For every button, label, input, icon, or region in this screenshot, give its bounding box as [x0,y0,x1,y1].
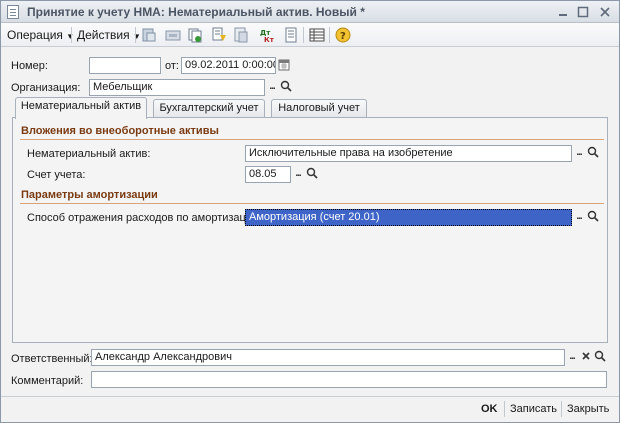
window-title: Принятие к учету НМА: Нематериальный акт… [27,5,365,19]
intangible-asset-label: Нематериальный актив: [27,148,151,160]
amortization-section-title: Параметры амортизации [21,189,158,201]
svg-text:Кт: Кт [264,36,275,43]
tab-accounting[interactable]: Бухгалтерский учет [153,99,265,118]
list-icon[interactable] [309,27,325,43]
responsible-field[interactable]: Александр Александрович [91,349,565,366]
number-field[interactable] [89,57,161,74]
number-label: Номер: [11,60,48,72]
toolbar-separator [303,27,304,43]
comment-field[interactable] [91,371,607,388]
expense-method-label: Способ отражения расходов по амортизации… [27,212,262,224]
tab-intangible-asset[interactable]: Нематериальный актив [15,97,147,119]
account-field[interactable]: 08.05 [245,166,291,183]
comment-label: Комментарий: [11,375,84,387]
unpost-document-icon[interactable] [165,27,181,43]
help-icon[interactable]: ? [335,27,351,43]
report-icon[interactable] [283,27,299,43]
actions-menu-label: Действия [77,28,130,42]
select-button[interactable]: ... [572,210,586,225]
date-field[interactable]: 09.02.2011 0:00:00 [181,57,276,74]
maximize-icon[interactable] [575,4,591,20]
button-separator [561,401,562,417]
calendar-icon[interactable] [277,58,291,73]
open-magnifier-icon[interactable] [586,210,600,225]
movements-icon[interactable] [233,27,249,43]
tab-tax-accounting[interactable]: Налоговый учет [271,99,367,118]
investments-section-title: Вложения во внеоборотные активы [21,125,219,137]
operation-menu-label: Операция [7,28,63,42]
section-divider [20,139,604,140]
open-magnifier-icon[interactable] [593,350,607,365]
date-label: от: [165,60,179,72]
select-button[interactable]: ... [265,80,279,95]
close-icon[interactable] [597,4,613,20]
save-button[interactable]: Записать [510,403,557,415]
bottom-bar: OK Записать Закрыть [1,396,619,422]
operation-menu[interactable]: Операция ▼ [7,27,74,43]
document-window: Принятие к учету НМА: Нематериальный акт… [0,0,620,423]
expense-method-field[interactable]: Амортизация (счет 20.01) [245,209,572,226]
clear-icon[interactable] [579,350,593,365]
actions-menu[interactable]: Действия ▼ [77,27,141,43]
svg-text:?: ? [340,31,346,42]
toolbar-separator [329,27,330,43]
toolbar: Операция ▼ Действия ▼ ДтКт [1,23,619,47]
open-magnifier-icon[interactable] [305,167,319,182]
minimize-icon[interactable] [555,4,571,20]
toolbar-separator [71,27,72,43]
button-separator [504,401,505,417]
dt-kt-icon[interactable]: Дт Кт [259,27,275,44]
post-document-icon[interactable] [141,27,157,43]
toolbar-separator [135,27,136,43]
organization-field[interactable]: Мебельщик [89,79,265,96]
select-button[interactable]: ... [291,167,305,182]
section-divider [20,203,604,204]
select-button[interactable]: ... [572,146,586,161]
ok-button[interactable]: OK [481,403,498,415]
open-magnifier-icon[interactable] [586,146,600,161]
intangible-asset-field[interactable]: Исключительные права на изобретение [245,145,572,162]
copy-document-icon[interactable] [187,27,203,43]
document-icon [7,5,19,19]
close-button[interactable]: Закрыть [567,403,609,415]
organization-label: Организация: [11,82,81,94]
select-button[interactable]: ... [565,350,579,365]
structure-icon[interactable] [211,27,227,43]
account-label: Счет учета: [27,169,86,181]
open-magnifier-icon[interactable] [279,80,293,95]
title-bar: Принятие к учету НМА: Нематериальный акт… [1,1,619,23]
responsible-label: Ответственный: [11,353,93,365]
